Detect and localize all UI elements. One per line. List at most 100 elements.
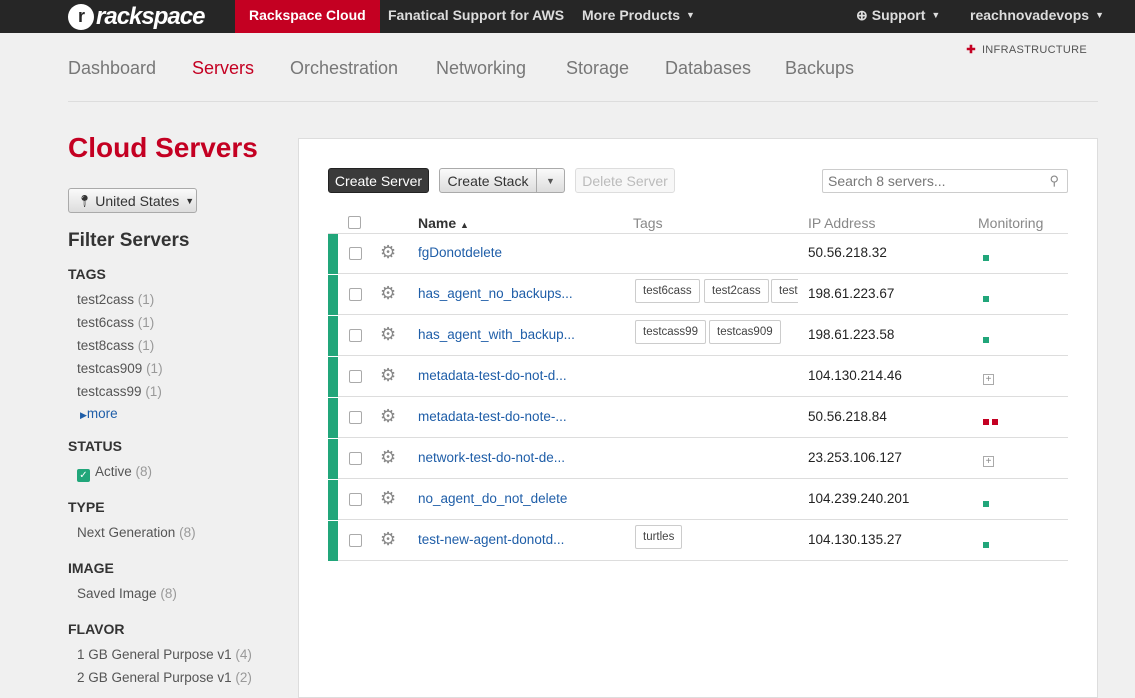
filter-image-item[interactable]: Saved Image (8): [77, 586, 177, 601]
row-checkbox[interactable]: [349, 411, 362, 424]
subnav-servers[interactable]: Servers: [192, 58, 254, 79]
row-checkbox[interactable]: [349, 452, 362, 465]
status-indicator: [328, 316, 338, 356]
subnav-networking[interactable]: Networking: [436, 58, 526, 79]
tag-list: turtles: [633, 520, 798, 561]
server-name-link[interactable]: metadata-test-do-not-d...: [418, 368, 567, 383]
gear-icon[interactable]: ⚙: [380, 447, 396, 468]
server-name-link[interactable]: metadata-test-do-note-...: [418, 409, 567, 424]
server-name-link[interactable]: fgDonotdelete: [418, 245, 502, 260]
filter-tag-item[interactable]: test2cass (1): [77, 292, 154, 307]
row-checkbox[interactable]: [349, 534, 362, 547]
select-all-checkbox[interactable]: [348, 216, 361, 229]
caret-right-icon: ▶: [80, 410, 87, 420]
subnav-databases[interactable]: Databases: [665, 58, 751, 79]
table-row[interactable]: ⚙ has_agent_with_backup... testcass99 te…: [328, 315, 1068, 356]
tag-chip[interactable]: testcas909: [709, 320, 781, 344]
gear-icon[interactable]: ⚙: [380, 406, 396, 427]
server-name-link[interactable]: has_agent_no_backups...: [418, 286, 573, 301]
table-row[interactable]: ⚙ no_agent_do_not_delete 104.239.240.201: [328, 479, 1068, 520]
topnav-more-products[interactable]: More Products ▼: [582, 0, 695, 33]
monitoring-alert-icon: [983, 412, 1001, 430]
region-dropdown[interactable]: 📍︎ United States ▼: [68, 188, 197, 213]
row-checkbox[interactable]: [349, 493, 362, 506]
server-ip: 50.56.218.32: [808, 245, 887, 260]
row-checkbox[interactable]: [349, 370, 362, 383]
topnav-support[interactable]: ⊕ Support ▼: [856, 0, 940, 33]
more-tags-link[interactable]: ▶more: [80, 406, 118, 421]
filter-tag-item[interactable]: test8cass (1): [77, 338, 154, 353]
page-title: Cloud Servers: [68, 132, 258, 163]
table-row[interactable]: ⚙ test-new-agent-donotd... turtles 104.1…: [328, 520, 1068, 561]
table-row[interactable]: ⚙ fgDonotdelete 50.56.218.32: [328, 233, 1068, 274]
server-name-link[interactable]: network-test-do-not-de...: [418, 450, 565, 465]
filter-flavor-item[interactable]: 1 GB General Purpose v1 (4): [77, 647, 252, 662]
subnav-storage[interactable]: Storage: [566, 58, 629, 79]
table-row[interactable]: ⚙ network-test-do-not-de... 23.253.106.1…: [328, 438, 1068, 479]
server-name-link[interactable]: test-new-agent-donotd...: [418, 532, 564, 547]
filter-flavor-item[interactable]: 2 GB General Purpose v1 (2): [77, 670, 252, 685]
server-ip: 104.130.135.27: [808, 532, 902, 547]
gear-icon[interactable]: ⚙: [380, 283, 396, 304]
subnav-backups[interactable]: Backups: [785, 58, 854, 79]
topnav-aws-support[interactable]: Fanatical Support for AWS: [388, 0, 564, 33]
status-indicator: [328, 480, 338, 520]
filter-tag-item[interactable]: testcass99 (1): [77, 384, 162, 399]
tag-chip[interactable]: test: [771, 279, 798, 303]
server-ip: 104.239.240.201: [808, 491, 910, 506]
table-row[interactable]: ⚙ metadata-test-do-not-d... 104.130.214.…: [328, 356, 1068, 397]
row-checkbox[interactable]: [349, 288, 362, 301]
status-indicator: [328, 521, 338, 561]
row-checkbox[interactable]: [349, 247, 362, 260]
subnav-divider: [68, 101, 1098, 102]
monitoring-add-icon[interactable]: +: [983, 451, 994, 469]
create-stack-button[interactable]: Create Stack: [439, 168, 537, 193]
filter-tag-item[interactable]: testcas909 (1): [77, 361, 163, 376]
tag-chip[interactable]: test2cass: [704, 279, 769, 303]
tag-chip[interactable]: testcass99: [635, 320, 706, 344]
top-navbar: r rackspace Rackspace Cloud Fanatical Su…: [0, 0, 1135, 33]
column-header-monitoring: Monitoring: [978, 215, 1044, 231]
filter-type-item[interactable]: Next Generation (8): [77, 525, 196, 540]
column-header-ip[interactable]: IP Address: [808, 215, 875, 231]
gear-icon[interactable]: ⚙: [380, 324, 396, 345]
tag-chip[interactable]: turtles: [635, 525, 683, 549]
rackspace-logo[interactable]: r rackspace: [68, 0, 205, 33]
monitoring-ok-icon: [983, 330, 992, 348]
status-indicator: [328, 234, 338, 274]
subnav-orchestration[interactable]: Orchestration: [290, 58, 398, 79]
filter-heading-status: STATUS: [68, 438, 122, 454]
create-stack-dropdown-toggle[interactable]: ▼: [537, 168, 565, 193]
search-input[interactable]: Search 8 servers... ⚲: [822, 169, 1068, 193]
filter-heading-type: TYPE: [68, 499, 105, 515]
checkbox-checked-icon[interactable]: ✓: [77, 469, 90, 482]
server-name-link[interactable]: has_agent_with_backup...: [418, 327, 575, 342]
gear-icon[interactable]: ⚙: [380, 488, 396, 509]
tag-list: testcass99 testcas909: [633, 315, 798, 356]
rackspace-logo-icon: r: [68, 3, 94, 30]
gear-icon[interactable]: ⚙: [380, 529, 396, 550]
subnav-dashboard[interactable]: Dashboard: [68, 58, 156, 79]
row-checkbox[interactable]: [349, 329, 362, 342]
topnav-rackspace-cloud[interactable]: Rackspace Cloud: [235, 0, 380, 33]
filter-tag-item[interactable]: test6cass (1): [77, 315, 154, 330]
filter-status-active[interactable]: ✓ Active (8): [77, 464, 152, 482]
create-server-button[interactable]: Create Server: [328, 168, 429, 193]
gear-icon[interactable]: ⚙: [380, 242, 396, 263]
gear-icon[interactable]: ⚙: [380, 365, 396, 386]
account-menu[interactable]: reachnovadevops ▼: [970, 0, 1104, 33]
table-row[interactable]: ⚙ has_agent_no_backups... test6cass test…: [328, 274, 1068, 315]
table-row[interactable]: ⚙ metadata-test-do-note-... 50.56.218.84: [328, 397, 1068, 438]
server-ip: 104.130.214.46: [808, 368, 902, 383]
server-ip: 198.61.223.58: [808, 327, 895, 342]
monitoring-ok-icon: [983, 494, 992, 512]
monitoring-add-icon[interactable]: +: [983, 369, 994, 387]
infrastructure-link[interactable]: ✚ INFRASTRUCTURE: [966, 43, 1087, 56]
tag-chip[interactable]: test6cass: [635, 279, 700, 303]
delete-server-button[interactable]: Delete Server: [575, 168, 675, 193]
column-header-name[interactable]: Name ▲: [418, 215, 469, 231]
filter-heading-tags: TAGS: [68, 266, 106, 282]
monitoring-ok-icon: [983, 289, 992, 307]
server-name-link[interactable]: no_agent_do_not_delete: [418, 491, 567, 506]
search-icon: ⚲: [1049, 173, 1059, 188]
